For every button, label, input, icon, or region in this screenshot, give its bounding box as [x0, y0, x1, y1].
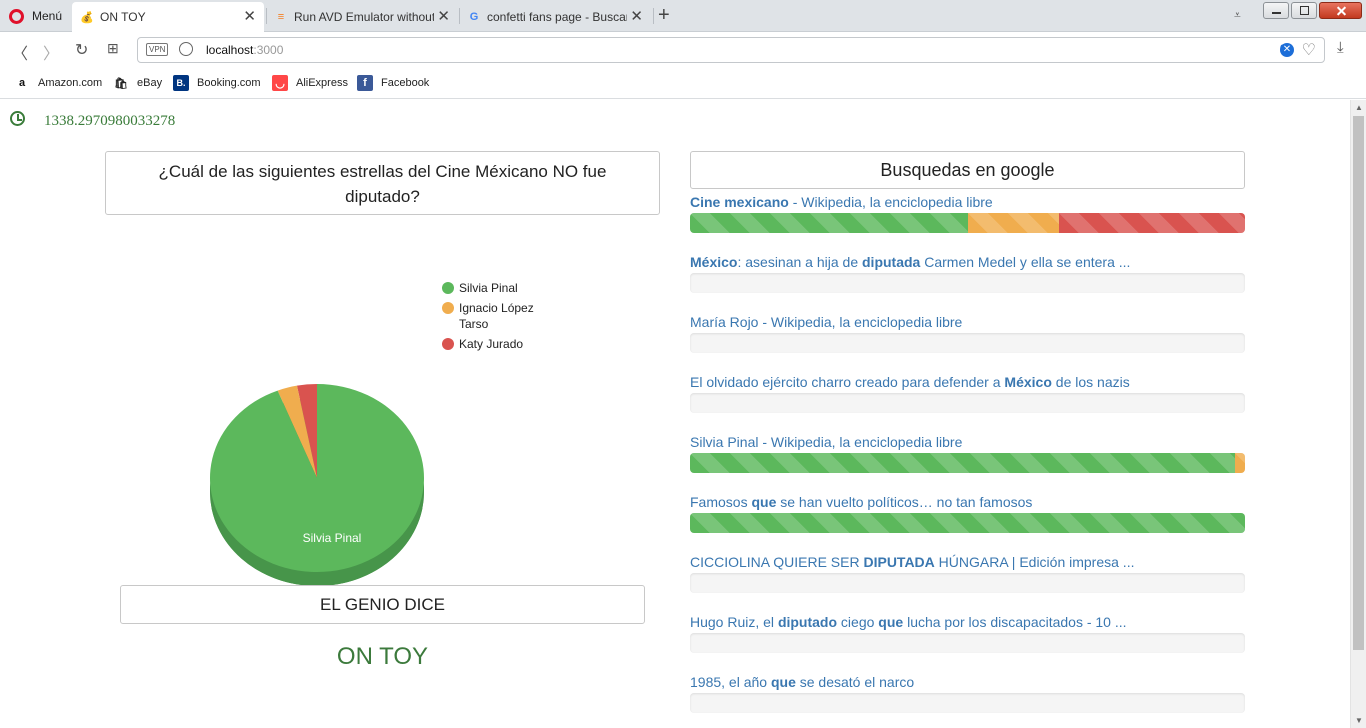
bookmark-label: eBay	[137, 77, 163, 89]
result-link[interactable]: Hugo Ruiz, el diputado ciego que lucha p…	[690, 613, 1245, 631]
legend-item[interactable]: Katy Jurado	[442, 336, 552, 352]
result-link[interactable]: Silvia Pinal - Wikipedia, la enciclopedi…	[690, 433, 1245, 451]
progress-segment-green	[690, 513, 1245, 533]
timer-value: 1338.2970980033278	[44, 113, 176, 129]
search-result: CICCIOLINA QUIERE SER DIPUTADA HÚNGARA |…	[690, 553, 1245, 593]
aliexpress-icon: ◡	[272, 75, 288, 91]
search-result: El olvidado ejército charro creado para …	[690, 373, 1245, 413]
result-link[interactable]: Famosos que se han vuelto políticos… no …	[690, 493, 1245, 511]
tab-run-avd[interactable]: ≡ Run AVD Emulator without A ✕	[266, 2, 458, 32]
progress-segment-orange	[1235, 453, 1245, 473]
close-window-button[interactable]	[1319, 2, 1362, 19]
search-result: 1985, el año que se desató el narco	[690, 673, 1245, 713]
result-link[interactable]: 1985, el año que se desató el narco	[690, 673, 1245, 691]
vpn-badge[interactable]: VPN	[146, 43, 169, 56]
bookmark-ebay[interactable]: 🛍 eBay	[113, 75, 162, 91]
progress-segment-orange	[967, 213, 1060, 233]
bookmark-label: Amazon.com	[38, 77, 103, 89]
bookmark-label: AliExpress	[296, 77, 348, 89]
close-icon[interactable]: ✕	[437, 9, 450, 24]
result-progress-bar	[690, 393, 1245, 413]
result-progress-bar	[690, 213, 1245, 233]
result-progress-bar	[690, 633, 1245, 653]
scroll-up-icon[interactable]: ▲	[1355, 103, 1363, 112]
progress-segment-green	[690, 453, 1235, 473]
bookmark-booking[interactable]: B. Booking.com	[173, 75, 261, 91]
address-bar[interactable]: VPN localhost:3000 0 ✕ ♡	[137, 37, 1325, 63]
close-icon[interactable]: ✕	[243, 9, 256, 24]
page-content: 1338.2970980033278 ¿Cuál de las siguient…	[0, 100, 1350, 728]
question-box: ¿Cuál de las siguientes estrellas del Ci…	[105, 151, 660, 215]
pie-slice-label: Silvia Pinal	[303, 531, 362, 545]
result-link[interactable]: El olvidado ejército charro creado para …	[690, 373, 1245, 391]
tab-title: ON TOY	[100, 10, 146, 24]
ebay-icon: 🛍	[114, 77, 128, 90]
legend-item[interactable]: Silvia Pinal	[442, 280, 552, 296]
money-bag-icon: 💰	[80, 11, 94, 24]
menu-label: Menú	[32, 9, 63, 23]
tab-title: Run AVD Emulator without A	[294, 10, 434, 24]
stackoverflow-icon: ≡	[277, 11, 285, 23]
address-bar-area: 〈 〉 ↻ ⊞ VPN localhost:3000 0 ✕ ♡ ⤓	[0, 32, 1366, 67]
search-result: Hugo Ruiz, el diputado ciego que lucha p…	[690, 613, 1245, 653]
facebook-icon: f	[357, 75, 373, 91]
progress-segment-red	[1059, 213, 1245, 233]
opera-logo-icon	[9, 8, 24, 24]
forward-icon[interactable]: 〉	[43, 40, 59, 64]
result-link[interactable]: CICCIOLINA QUIERE SER DIPUTADA HÚNGARA |…	[690, 553, 1245, 571]
google-icon: G	[469, 11, 479, 23]
search-header: Busquedas en google	[690, 151, 1245, 189]
tab-bar: Menú 💰 ON TOY ✕ ≡ Run AVD Emulator witho…	[0, 0, 1366, 32]
result-link[interactable]: María Rojo - Wikipedia, la enciclopedia …	[690, 313, 1245, 331]
clock-icon	[10, 111, 25, 126]
reload-icon[interactable]: ↻	[75, 40, 88, 60]
result-progress-bar	[690, 333, 1245, 353]
result-progress-bar	[690, 693, 1245, 713]
legend-item[interactable]: Ignacio López Tarso	[442, 300, 552, 332]
genio-box: EL GENIO DICE	[120, 585, 645, 624]
opera-menu-button[interactable]: Menú	[0, 0, 72, 32]
result-progress-bar	[690, 273, 1245, 293]
genio-answer: ON TOY	[336, 643, 429, 670]
back-icon[interactable]: 〈	[12, 40, 28, 64]
chart-legend: Silvia Pinal Ignacio López Tarso Katy Ju…	[442, 280, 552, 356]
globe-icon	[179, 42, 193, 56]
scroll-thumb[interactable]	[1353, 116, 1364, 650]
bookmark-facebook[interactable]: f Facebook	[357, 75, 429, 91]
download-icon[interactable]: ⤓	[1337, 39, 1344, 56]
bookmark-aliexpress[interactable]: ◡ AliExpress	[272, 75, 348, 91]
bookmarks-bar: a Amazon.com 🛍 eBay B. Booking.com ◡ Ali…	[0, 67, 1366, 99]
heart-icon[interactable]: ♡	[1302, 40, 1316, 60]
search-result: Famosos que se han vuelto políticos… no …	[690, 493, 1245, 533]
tab-on-toy[interactable]: 💰 ON TOY ✕	[72, 2, 264, 32]
scroll-down-icon[interactable]: ▼	[1355, 716, 1363, 725]
adblock-icon[interactable]: ✕	[1280, 43, 1294, 57]
search-result: México: asesinan a hija de diputada Carm…	[690, 253, 1245, 293]
result-link[interactable]: Cine mexicano - Wikipedia, la encicloped…	[690, 193, 1245, 211]
search-result: María Rojo - Wikipedia, la enciclopedia …	[690, 313, 1245, 353]
minimize-button[interactable]	[1263, 2, 1289, 19]
tab-menu-icon[interactable]: ⩡	[1234, 8, 1241, 23]
result-progress-bar	[690, 573, 1245, 593]
result-progress-bar	[690, 513, 1245, 533]
tab-title: confetti fans page - Buscar c	[487, 10, 627, 24]
amazon-icon: a	[18, 77, 26, 89]
result-progress-bar	[690, 453, 1245, 473]
maximize-button[interactable]	[1291, 2, 1317, 19]
booking-icon: B.	[173, 75, 189, 91]
tab-confetti[interactable]: G confetti fans page - Buscar c ✕	[459, 2, 651, 32]
search-result: Cine mexicano - Wikipedia, la encicloped…	[690, 193, 1245, 233]
result-link[interactable]: México: asesinan a hija de diputada Carm…	[690, 253, 1245, 271]
bookmark-label: Facebook	[381, 77, 430, 89]
speed-dial-icon[interactable]: ⊞	[107, 40, 119, 57]
url-text[interactable]: localhost:3000	[206, 43, 283, 57]
bookmark-label: Booking.com	[197, 77, 261, 89]
search-result: Silvia Pinal - Wikipedia, la enciclopedi…	[690, 433, 1245, 473]
close-icon[interactable]: ✕	[630, 9, 643, 24]
timer: 1338.2970980033278	[10, 110, 176, 129]
bookmark-amazon[interactable]: a Amazon.com	[14, 75, 102, 91]
new-tab-button[interactable]: +	[658, 5, 670, 25]
progress-segment-green	[690, 213, 968, 233]
vertical-scrollbar[interactable]: ▲ ▼	[1350, 100, 1366, 728]
